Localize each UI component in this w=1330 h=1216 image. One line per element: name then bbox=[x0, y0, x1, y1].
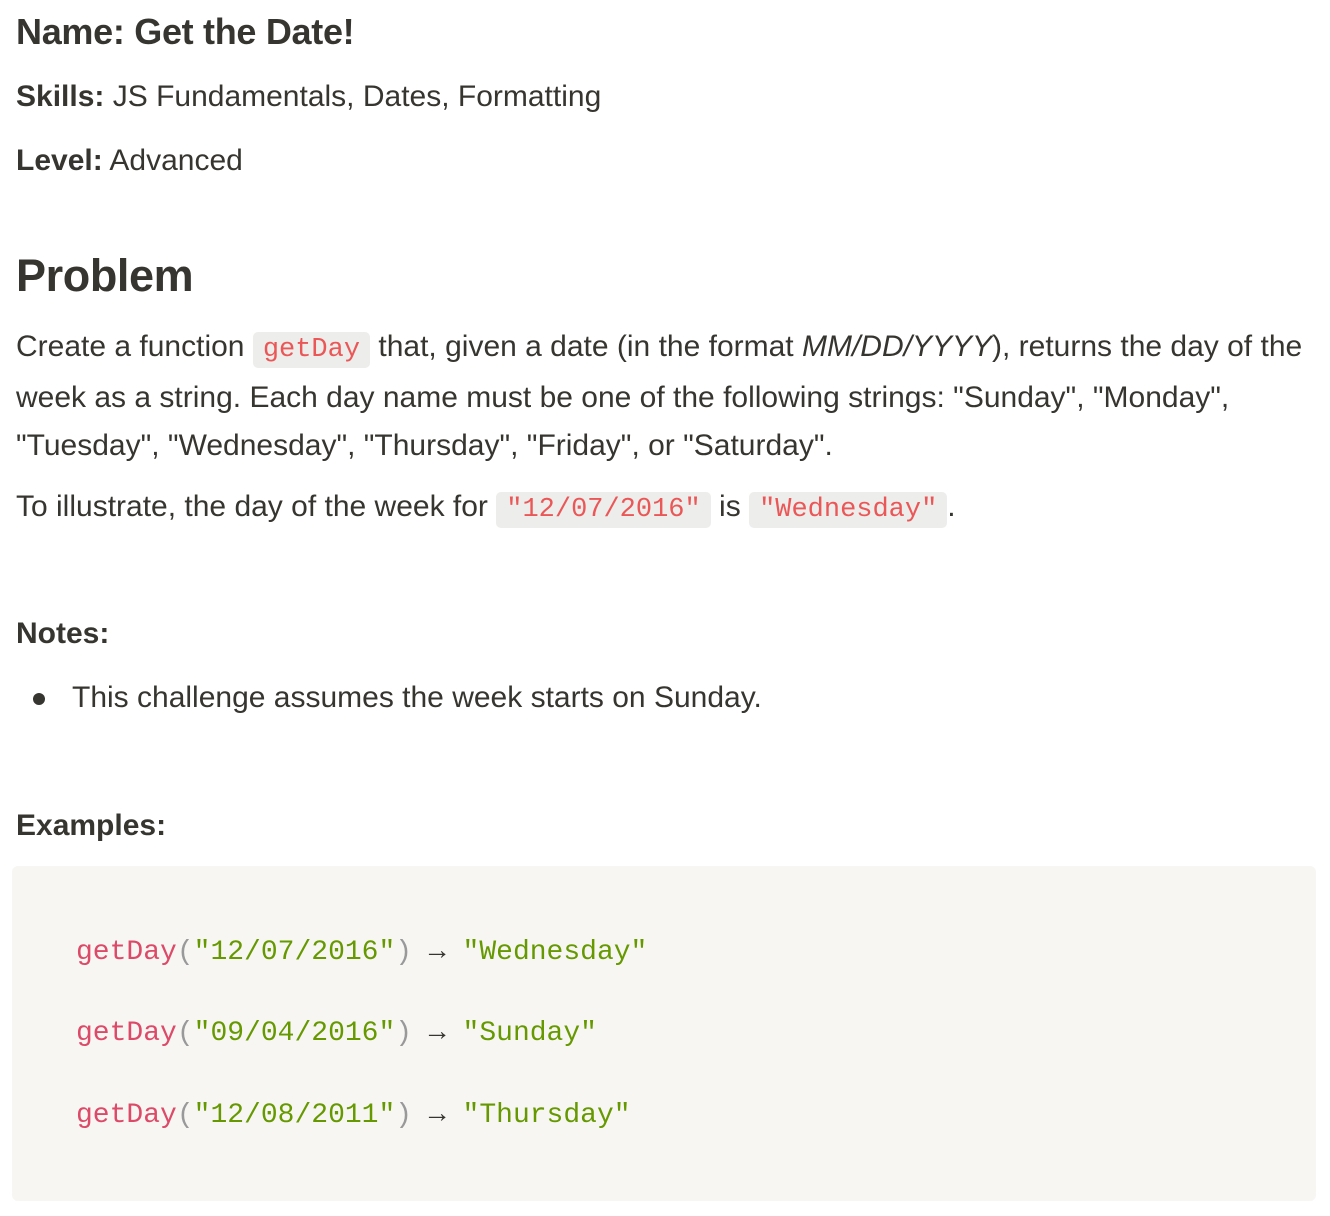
illustration-text-3: . bbox=[947, 490, 956, 523]
code-function-name: getDay bbox=[76, 937, 177, 968]
examples-code-block[interactable]: getDay("12/07/2016") → "Wednesday" getDa… bbox=[12, 866, 1316, 1201]
note-text: This challenge assumes the week starts o… bbox=[72, 681, 762, 714]
inline-code-day: "Wednesday" bbox=[749, 492, 948, 528]
illustration-text-1: To illustrate, the day of the week for bbox=[16, 490, 488, 523]
code-paren-open: ( bbox=[176, 1100, 194, 1131]
problem-text-1: Create a function bbox=[16, 330, 245, 363]
example-line: getDay("12/08/2011") → "Thursday" bbox=[76, 1099, 631, 1133]
level-line: Level: Advanced bbox=[16, 143, 243, 179]
problem-description: Create a function getDay that, given a d… bbox=[16, 323, 1306, 470]
arrow-icon: → bbox=[428, 937, 446, 968]
date-format: MM/DD/YYYY bbox=[801, 330, 993, 363]
example-line: getDay("09/04/2016") → "Sunday" bbox=[76, 1017, 597, 1051]
code-function-name: getDay bbox=[76, 1100, 177, 1131]
code-paren-open: ( bbox=[176, 937, 194, 968]
arrow-icon: → bbox=[428, 1100, 446, 1131]
arrow-icon: → bbox=[428, 1018, 446, 1049]
examples-heading: Examples: bbox=[16, 809, 167, 842]
skills-label: Skills: bbox=[16, 80, 105, 113]
illustration-text-2: is bbox=[719, 490, 741, 523]
inline-code-getday: getDay bbox=[252, 332, 371, 368]
code-paren-close: ) bbox=[395, 1100, 413, 1131]
code-argument: "12/08/2011" bbox=[193, 1100, 396, 1131]
notes-heading: Notes: bbox=[16, 617, 110, 650]
code-function-name: getDay bbox=[76, 1018, 177, 1049]
skills-line: Skills: JS Fundamentals, Dates, Formatti… bbox=[16, 79, 601, 115]
code-result: "Thursday" bbox=[462, 1100, 631, 1131]
level-label: Level: bbox=[16, 144, 103, 177]
page-title: Name: Get the Date! bbox=[16, 11, 355, 52]
code-paren-close: ) bbox=[395, 1018, 413, 1049]
skills-value: JS Fundamentals, Dates, Formatting bbox=[112, 80, 602, 113]
bullet-icon bbox=[33, 693, 45, 705]
code-paren-open: ( bbox=[176, 1018, 194, 1049]
problem-heading: Problem bbox=[16, 250, 194, 301]
problem-text-2: that, given a date (in the format bbox=[378, 330, 794, 363]
code-result: "Wednesday" bbox=[462, 937, 648, 968]
code-result: "Sunday" bbox=[462, 1018, 597, 1049]
inline-code-date: "12/07/2016" bbox=[496, 492, 711, 528]
example-line: getDay("12/07/2016") → "Wednesday" bbox=[76, 936, 647, 970]
problem-illustration: To illustrate, the day of the week for "… bbox=[16, 483, 1306, 534]
code-argument: "12/07/2016" bbox=[193, 937, 396, 968]
level-value: Advanced bbox=[109, 144, 243, 177]
code-paren-close: ) bbox=[395, 937, 413, 968]
code-argument: "09/04/2016" bbox=[193, 1018, 396, 1049]
